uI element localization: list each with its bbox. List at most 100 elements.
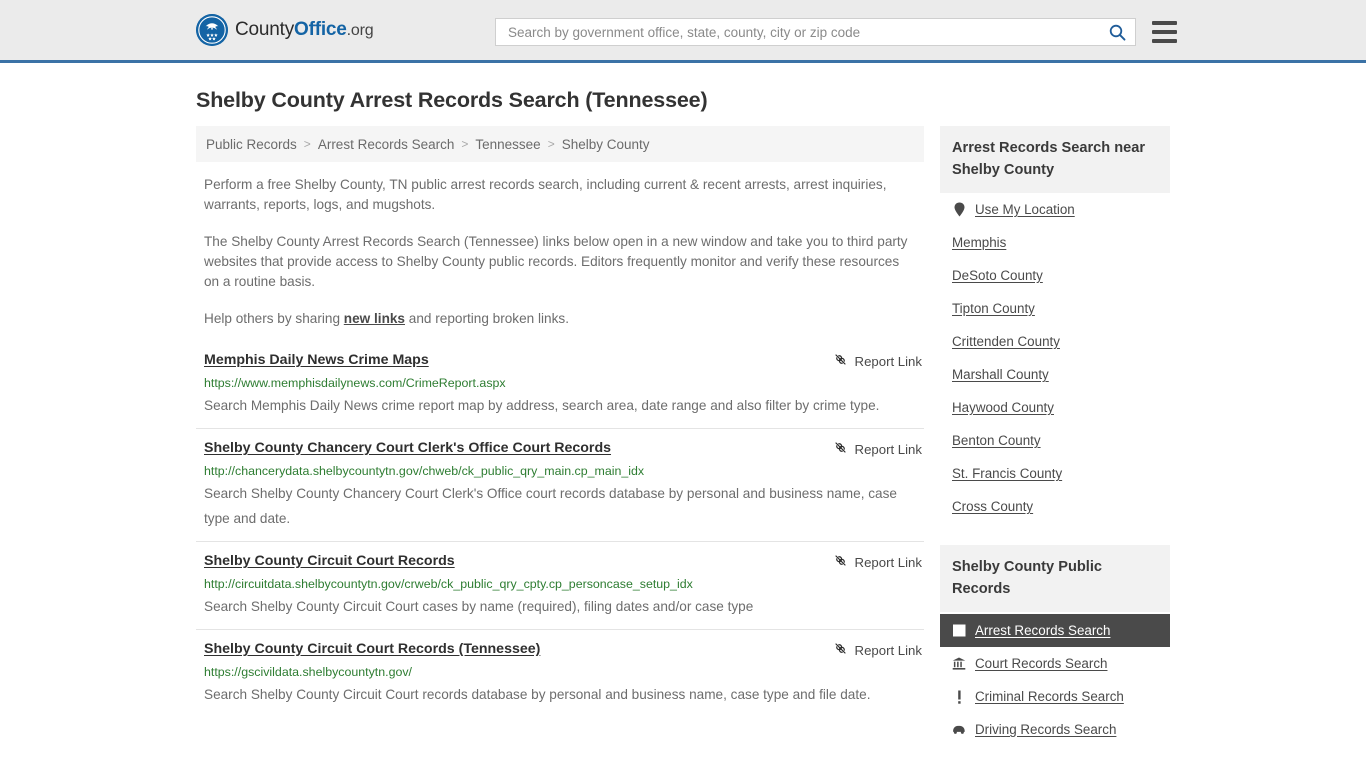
results-list: Memphis Daily News Crime Maps Report Lin…	[196, 345, 924, 717]
result-header: Memphis Daily News Crime Maps Report Lin…	[204, 351, 922, 370]
search-box[interactable]	[495, 18, 1136, 46]
hamburger-bar	[1152, 39, 1177, 43]
hamburger-bar	[1152, 30, 1177, 34]
logo-word-office: Office	[294, 19, 347, 40]
sidebar-link-driving-records-search[interactable]: Driving Records Search	[975, 722, 1116, 737]
sidebar-link-desoto-county[interactable]: DeSoto County	[952, 268, 1043, 283]
report-link-button[interactable]: Report Link	[833, 552, 922, 571]
sidebar-link-memphis[interactable]: Memphis	[952, 235, 1006, 250]
sidebar-nearby-list: Use My Location Memphis DeSoto County Ti…	[940, 193, 1170, 523]
sidebar-link-crittenden-county[interactable]: Crittenden County	[952, 334, 1060, 349]
result-description: Search Shelby County Circuit Court recor…	[204, 687, 871, 702]
sidebar-link-criminal-records-search[interactable]: Criminal Records Search	[975, 689, 1124, 704]
site-logo[interactable]: CountyOffice.org	[196, 14, 374, 46]
sidebar-link-benton-county[interactable]: Benton County	[952, 433, 1041, 448]
courthouse-icon	[952, 657, 966, 670]
result-header: Shelby County Circuit Court Records (Ten…	[204, 640, 922, 659]
eagle-seal-icon	[196, 14, 228, 46]
result-url: http://circuitdata.shelbycountytn.gov/cr…	[204, 577, 693, 591]
sidebar-item-marshall-county[interactable]: Marshall County	[940, 358, 1170, 391]
report-link-button[interactable]: Report Link	[833, 640, 922, 659]
sidebar-link-marshall-county[interactable]: Marshall County	[952, 367, 1049, 382]
search-input[interactable]	[506, 23, 1107, 41]
intro-paragraph-3: Help others by sharing new links and rep…	[204, 309, 916, 329]
white-square-icon	[952, 624, 966, 637]
intro-paragraph-2: The Shelby County Arrest Records Search …	[204, 234, 908, 289]
sidebar: Arrest Records Search near Shelby County…	[940, 126, 1170, 746]
result-title-link[interactable]: Shelby County Circuit Court Records (Ten…	[204, 640, 540, 659]
result-header: Shelby County Chancery Court Clerk's Off…	[204, 439, 922, 458]
report-link-label: Report Link	[854, 554, 922, 570]
intro-paragraph-1: Perform a free Shelby County, TN public …	[204, 177, 887, 212]
hamburger-menu-icon[interactable]	[1152, 21, 1177, 43]
sidebar-public-records-list: Arrest Records Search Court Records Sear…	[940, 614, 1170, 746]
main-column: Public Records > Arrest Records Search >…	[196, 126, 924, 717]
header-search-area	[495, 18, 1177, 46]
breadcrumb-item-arrest-records-search[interactable]: Arrest Records Search	[318, 137, 455, 152]
sidebar-item-arrest-records-search[interactable]: Arrest Records Search	[940, 614, 1170, 647]
car-icon	[952, 724, 966, 735]
search-icon[interactable]	[1107, 22, 1127, 42]
breadcrumb-item-tennessee[interactable]: Tennessee	[475, 137, 540, 152]
content-row: Public Records > Arrest Records Search >…	[196, 126, 1170, 746]
sidebar-public-records-block: Shelby County Public Records Arrest Reco…	[940, 545, 1170, 746]
result-url: http://chancerydata.shelbycountytn.gov/c…	[204, 464, 645, 478]
sidebar-link-court-records-search[interactable]: Court Records Search	[975, 656, 1107, 671]
page-body: Shelby County Arrest Records Search (Ten…	[0, 88, 1366, 746]
sidebar-item-driving-records-search[interactable]: Driving Records Search	[940, 713, 1170, 746]
breadcrumb-item-public-records[interactable]: Public Records	[206, 137, 297, 152]
sidebar-link-arrest-records-search[interactable]: Arrest Records Search	[975, 623, 1110, 638]
sidebar-item-criminal-records-search[interactable]: Criminal Records Search	[940, 680, 1170, 713]
result-description: Search Shelby County Chancery Court Cler…	[204, 486, 897, 526]
logo-word-county: County	[235, 19, 295, 40]
result-title-link[interactable]: Shelby County Chancery Court Clerk's Off…	[204, 439, 611, 458]
result-item: Shelby County Circuit Court Records Repo…	[196, 541, 924, 629]
broken-link-icon	[833, 440, 848, 458]
sidebar-link-cross-county[interactable]: Cross County	[952, 499, 1033, 514]
exclamation-icon	[952, 690, 966, 704]
broken-link-icon	[833, 641, 848, 659]
logo-wordmark: CountyOffice.org	[235, 19, 374, 41]
result-item: Memphis Daily News Crime Maps Report Lin…	[196, 345, 924, 428]
sidebar-nearby-block: Arrest Records Search near Shelby County…	[940, 126, 1170, 523]
sidebar-item-use-my-location[interactable]: Use My Location	[940, 193, 1170, 226]
sidebar-link-haywood-county[interactable]: Haywood County	[952, 400, 1054, 415]
sidebar-item-crittenden-county[interactable]: Crittenden County	[940, 325, 1170, 358]
breadcrumb-separator: >	[461, 137, 469, 151]
broken-link-icon	[833, 352, 848, 370]
breadcrumb-separator: >	[303, 137, 311, 151]
sidebar-item-st-francis-county[interactable]: St. Francis County	[940, 457, 1170, 490]
sidebar-item-court-records-search[interactable]: Court Records Search	[940, 647, 1170, 680]
site-header: CountyOffice.org	[0, 0, 1366, 63]
result-item: Shelby County Circuit Court Records (Ten…	[196, 629, 924, 717]
result-title-link[interactable]: Memphis Daily News Crime Maps	[204, 351, 429, 370]
result-item: Shelby County Chancery Court Clerk's Off…	[196, 428, 924, 541]
sidebar-item-tipton-county[interactable]: Tipton County	[940, 292, 1170, 325]
new-links-link[interactable]: new links	[344, 311, 405, 326]
sidebar-item-benton-county[interactable]: Benton County	[940, 424, 1170, 457]
sidebar-item-haywood-county[interactable]: Haywood County	[940, 391, 1170, 424]
result-url: https://gscivildata.shelbycountytn.gov/	[204, 665, 413, 679]
report-link-button[interactable]: Report Link	[833, 351, 922, 370]
broken-link-icon	[833, 553, 848, 571]
result-description: Search Memphis Daily News crime report m…	[204, 398, 880, 413]
report-link-button[interactable]: Report Link	[833, 439, 922, 458]
sidebar-link-use-my-location[interactable]: Use My Location	[975, 202, 1075, 217]
breadcrumb-item-shelby-county[interactable]: Shelby County	[562, 137, 650, 152]
sidebar-link-tipton-county[interactable]: Tipton County	[952, 301, 1035, 316]
result-description: Search Shelby County Circuit Court cases…	[204, 599, 754, 614]
hamburger-bar	[1152, 21, 1177, 25]
sidebar-link-st-francis-county[interactable]: St. Francis County	[952, 466, 1062, 481]
map-pin-icon	[952, 202, 966, 217]
logo-word-tld: .org	[346, 22, 374, 39]
sidebar-item-memphis[interactable]: Memphis	[940, 226, 1170, 259]
result-title-link[interactable]: Shelby County Circuit Court Records	[204, 552, 455, 571]
sidebar-item-desoto-county[interactable]: DeSoto County	[940, 259, 1170, 292]
intro-p3-post: and reporting broken links.	[405, 311, 569, 326]
page-title: Shelby County Arrest Records Search (Ten…	[196, 88, 708, 112]
intro-p3-pre: Help others by sharing	[204, 311, 344, 326]
breadcrumb: Public Records > Arrest Records Search >…	[196, 126, 924, 162]
sidebar-item-cross-county[interactable]: Cross County	[940, 490, 1170, 523]
report-link-label: Report Link	[854, 441, 922, 457]
result-header: Shelby County Circuit Court Records Repo…	[204, 552, 922, 571]
